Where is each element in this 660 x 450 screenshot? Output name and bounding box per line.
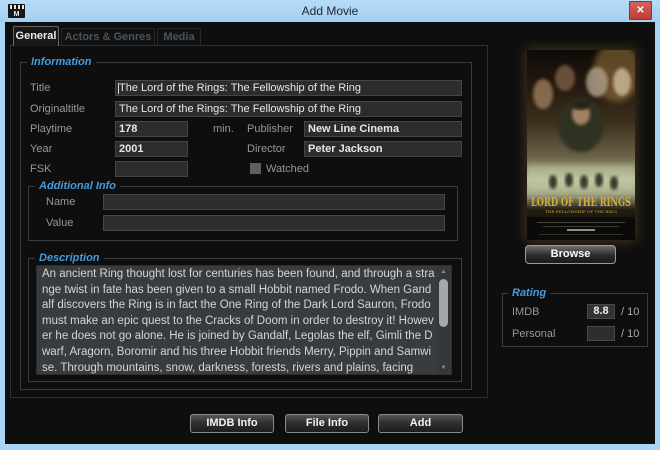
rating-legend: Rating: [508, 287, 551, 299]
tab-general[interactable]: General: [13, 26, 59, 46]
movie-poster: LORD OF THE RINGS THE FELLOWSHIP OF THE …: [527, 50, 635, 240]
scroll-down-icon[interactable]: ▼: [437, 363, 450, 373]
playtime-input[interactable]: [115, 121, 188, 137]
year-label: Year: [30, 143, 53, 155]
tab-media[interactable]: Media: [157, 28, 201, 45]
text-caret: [118, 83, 119, 94]
file-info-button-label: File Info: [305, 417, 349, 429]
director-label: Director: [247, 143, 286, 155]
personal-rating-input[interactable]: [587, 326, 615, 341]
publisher-input[interactable]: [304, 121, 462, 137]
description-textarea[interactable]: An ancient Ring thought lost for centuri…: [36, 265, 452, 375]
additional-info-legend: Additional Info: [35, 180, 120, 192]
originaltitle-label: Originaltitle: [30, 103, 86, 115]
information-legend: Information: [27, 56, 96, 68]
close-button[interactable]: ✕: [629, 1, 652, 20]
imdb-info-button[interactable]: IMDB Info: [190, 414, 274, 433]
browse-button-label: Browse: [550, 248, 591, 260]
add-button[interactable]: Add: [378, 414, 463, 433]
window-title: Add Movie: [301, 4, 359, 18]
scroll-up-icon[interactable]: ▲: [437, 267, 450, 277]
tab-actors-genres[interactable]: Actors & Genres: [61, 28, 155, 45]
description-text: An ancient Ring thought lost for centuri…: [42, 268, 435, 374]
year-input[interactable]: [115, 141, 188, 157]
publisher-label: Publisher: [247, 123, 293, 135]
additional-value-input[interactable]: [103, 215, 445, 231]
poster-subtitle: THE FELLOWSHIP OF THE RING: [545, 209, 617, 214]
scrollbar-thumb[interactable]: [439, 279, 448, 327]
file-info-button[interactable]: File Info: [285, 414, 369, 433]
title-input[interactable]: [115, 80, 462, 96]
imdb-rating-suffix: / 10: [621, 306, 640, 318]
close-icon: ✕: [636, 5, 645, 16]
browse-button[interactable]: Browse: [525, 245, 616, 264]
additional-name-input[interactable]: [103, 194, 445, 210]
imdb-rating-label: IMDB: [512, 306, 540, 318]
imdb-rating-value[interactable]: 8.8: [587, 304, 615, 319]
personal-rating-label: Personal: [512, 328, 556, 340]
director-input[interactable]: [304, 141, 462, 157]
additional-name-label: Name: [46, 196, 76, 208]
watched-checkbox[interactable]: [250, 163, 261, 174]
watched-label: Watched: [266, 163, 310, 175]
personal-rating-suffix: / 10: [621, 328, 640, 340]
description-legend: Description: [35, 252, 104, 264]
fsk-label: FSK: [30, 163, 52, 175]
title-label: Title: [30, 82, 51, 94]
originaltitle-input[interactable]: [115, 101, 462, 117]
additional-value-label: Value: [46, 217, 74, 229]
playtime-label: Playtime: [30, 123, 73, 135]
poster-title: LORD OF THE RINGS: [531, 195, 631, 209]
fsk-input[interactable]: [115, 161, 188, 177]
add-movie-window: M Add Movie ✕ General Actors & Genres Me…: [0, 0, 660, 450]
playtime-unit-label: min.: [213, 123, 234, 135]
titlebar[interactable]: M Add Movie ✕: [0, 0, 660, 22]
imdb-info-button-label: IMDB Info: [206, 417, 258, 429]
description-scrollbar[interactable]: ▲ ▼: [437, 267, 450, 373]
add-button-label: Add: [409, 417, 432, 429]
